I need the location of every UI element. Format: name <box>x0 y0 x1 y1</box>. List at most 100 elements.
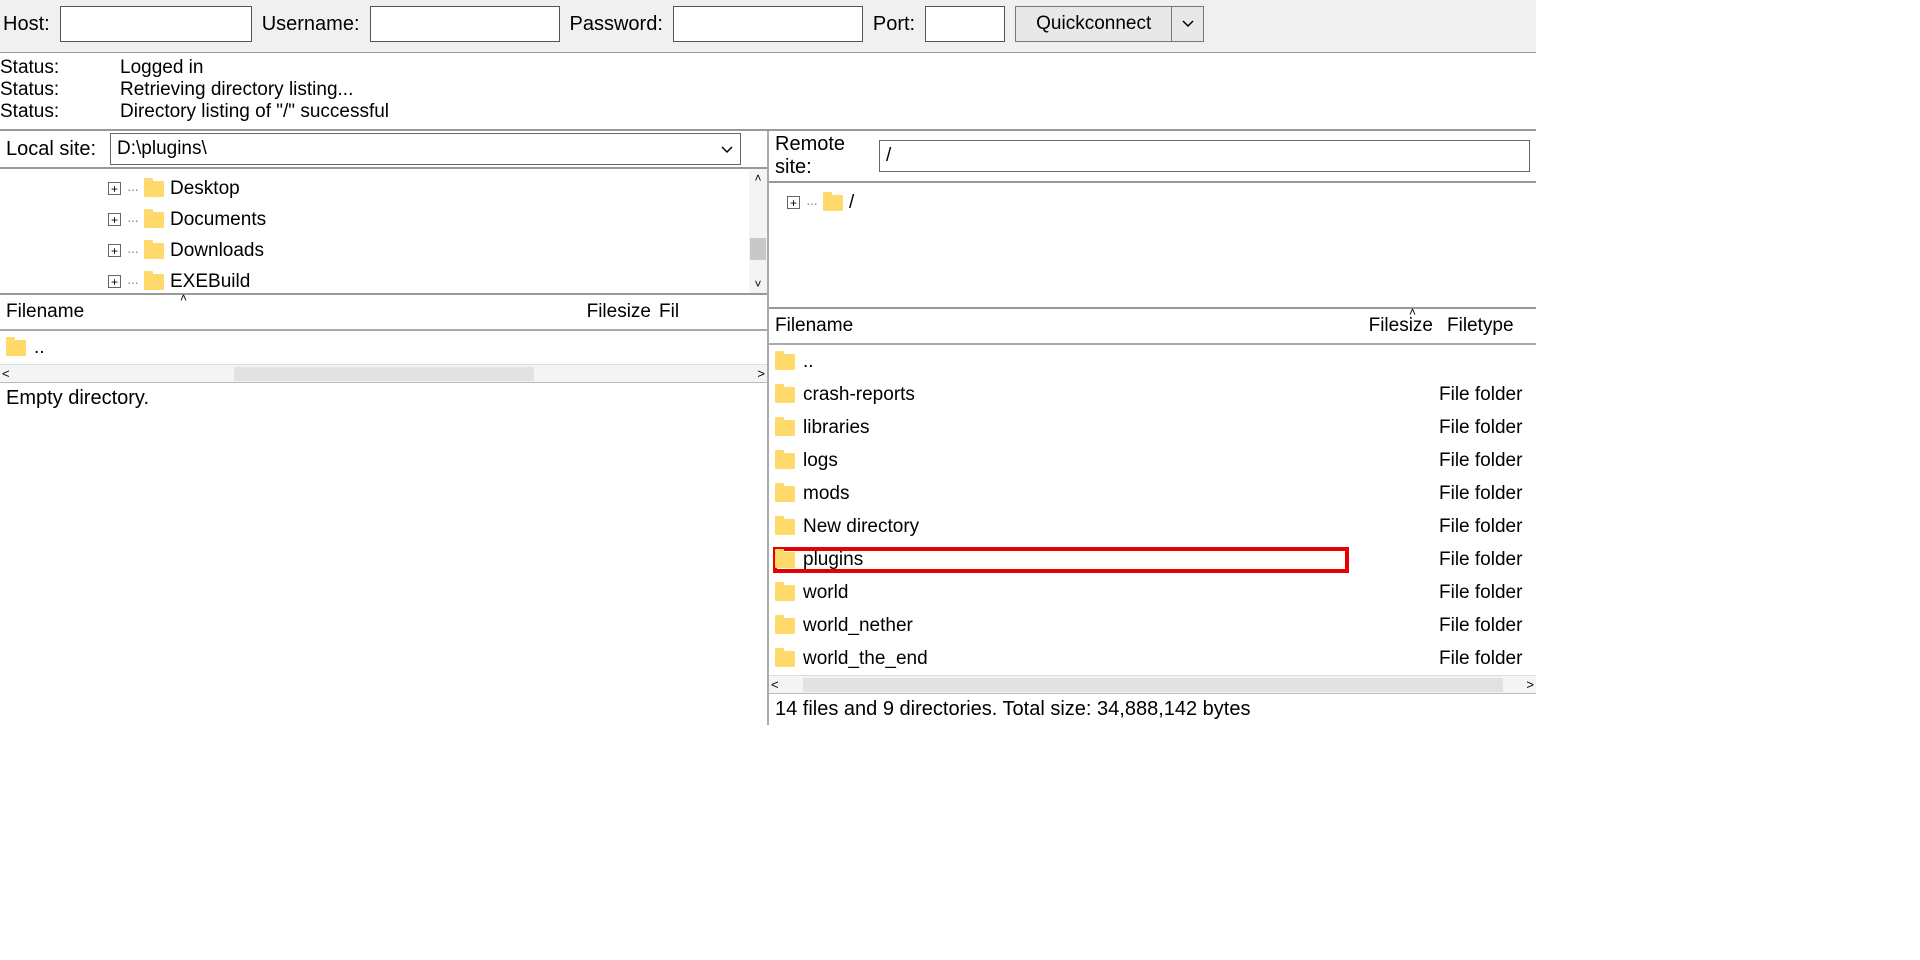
password-input[interactable] <box>673 6 863 42</box>
scroll-left-icon[interactable]: < <box>771 677 779 692</box>
horizontal-scrollbar[interactable]: < > <box>769 675 1536 693</box>
scroll-right-icon[interactable]: > <box>757 366 765 381</box>
filetype: File folder <box>1425 648 1530 670</box>
list-item[interactable]: libraries File folder <box>769 411 1536 444</box>
tree-node[interactable]: Downloads <box>170 240 264 262</box>
scroll-right-icon[interactable]: > <box>1526 677 1534 692</box>
remote-columns[interactable]: ˄ Filename Filesize Filetype <box>769 309 1536 345</box>
local-status: Empty directory. <box>0 382 767 414</box>
scroll-track[interactable] <box>803 678 1503 692</box>
port-input[interactable] <box>925 6 1005 42</box>
status-label: Status: <box>0 79 120 101</box>
filename: logs <box>803 450 838 472</box>
folder-icon <box>775 354 795 370</box>
local-columns[interactable]: ˄ Filename Filesize Fil <box>0 295 767 331</box>
status-label: Status: <box>0 57 120 79</box>
filetype: File folder <box>1425 450 1530 472</box>
col-filetype[interactable]: Fil <box>651 301 761 323</box>
folder-icon <box>6 340 26 356</box>
password-label: Password: <box>570 13 663 36</box>
folder-icon <box>775 420 795 436</box>
folder-icon <box>144 181 164 197</box>
remote-file-list[interactable]: ..crash-reportsFile folderlibrariesFile … <box>769 345 1536 675</box>
col-filename[interactable]: Filename <box>775 315 1355 337</box>
folder-icon <box>775 552 795 568</box>
filetype: File folder <box>1425 516 1530 538</box>
remote-pane: Remote site: + ··· / ˄ Filename Filesize… <box>769 131 1536 725</box>
expand-icon[interactable]: + <box>787 196 800 209</box>
list-item[interactable]: world_nether File folder <box>769 609 1536 642</box>
filetype: File folder <box>1425 582 1530 604</box>
filename: New directory <box>803 516 919 538</box>
list-item[interactable]: logs File folder <box>769 444 1536 477</box>
col-filesize[interactable]: Filesize <box>571 301 651 323</box>
list-item[interactable]: New directory File folder <box>769 510 1536 543</box>
filetype: File folder <box>1425 417 1530 439</box>
expand-icon[interactable]: + <box>108 182 121 195</box>
filetype: File folder <box>1425 483 1530 505</box>
local-file-list[interactable]: .. <box>0 331 767 364</box>
status-message: Logged in <box>120 57 203 79</box>
host-input[interactable] <box>60 6 252 42</box>
scroll-thumb[interactable] <box>750 238 766 260</box>
scrollbar[interactable]: ˄ ˅ <box>749 169 767 293</box>
tree-node[interactable]: Desktop <box>170 178 240 200</box>
folder-icon <box>144 243 164 259</box>
list-item[interactable]: crash-reportsFile folder <box>769 378 1536 411</box>
scroll-left-icon[interactable]: < <box>2 366 10 381</box>
filename: world_nether <box>803 615 913 637</box>
connection-toolbar: Host: Username: Password: Port: Quickcon… <box>0 0 1536 53</box>
filename: crash-reports <box>803 384 915 406</box>
folder-icon <box>823 195 843 211</box>
list-item[interactable]: .. <box>0 331 767 364</box>
username-label: Username: <box>262 13 360 36</box>
list-item[interactable]: plugins File folder <box>769 543 1536 576</box>
status-message: Directory listing of "/" successful <box>120 101 389 123</box>
tree-node[interactable]: Documents <box>170 209 266 231</box>
remote-status: 14 files and 9 directories. Total size: … <box>769 693 1536 725</box>
list-item[interactable]: .. <box>769 345 1536 378</box>
chevron-down-icon <box>1182 20 1194 28</box>
port-label: Port: <box>873 13 915 36</box>
expand-icon[interactable]: + <box>108 244 121 257</box>
tree-node[interactable]: / <box>849 192 854 214</box>
horizontal-scrollbar[interactable]: < > <box>0 364 767 382</box>
filename: .. <box>803 351 814 373</box>
message-log: Status:Logged inStatus:Retrieving direct… <box>0 53 1536 131</box>
col-filename[interactable]: Filename <box>6 301 571 323</box>
local-site-input[interactable] <box>110 133 741 165</box>
sort-indicator-icon: ˄ <box>180 291 187 305</box>
status-message: Retrieving directory listing... <box>120 79 353 101</box>
tree-node[interactable]: EXEBuild <box>170 271 250 293</box>
scroll-up-icon[interactable]: ˄ <box>749 169 767 187</box>
local-site-label: Local site: <box>6 138 102 161</box>
filename: libraries <box>803 417 870 439</box>
remote-site-input[interactable] <box>879 140 1530 172</box>
scroll-track[interactable] <box>234 367 534 381</box>
folder-icon <box>144 274 164 290</box>
remote-site-label: Remote site: <box>775 133 871 179</box>
filename: mods <box>803 483 849 505</box>
remote-tree[interactable]: + ··· / <box>769 183 1536 309</box>
quickconnect-dropdown[interactable] <box>1172 6 1204 42</box>
folder-icon <box>144 212 164 228</box>
username-input[interactable] <box>370 6 560 42</box>
col-filetype[interactable]: Filetype <box>1433 315 1530 337</box>
expand-icon[interactable]: + <box>108 213 121 226</box>
filetype: File folder <box>1425 549 1530 571</box>
quickconnect-button[interactable]: Quickconnect <box>1015 6 1172 42</box>
local-tree[interactable]: +···Desktop+···Documents+···Downloads+··… <box>0 169 767 295</box>
expand-icon[interactable]: + <box>108 275 121 288</box>
filename: plugins <box>803 549 863 571</box>
status-label: Status: <box>0 101 120 123</box>
sort-indicator-icon: ˄ <box>1409 305 1416 319</box>
host-label: Host: <box>3 13 50 36</box>
scroll-down-icon[interactable]: ˅ <box>749 275 767 293</box>
list-item[interactable]: mods File folder <box>769 477 1536 510</box>
list-item[interactable]: worldFile folder <box>769 576 1536 609</box>
col-filesize[interactable]: Filesize <box>1355 315 1433 337</box>
filetype: File folder <box>1425 615 1530 637</box>
list-item[interactable]: world_the_endFile folder <box>769 642 1536 675</box>
folder-icon <box>775 585 795 601</box>
folder-icon <box>775 387 795 403</box>
